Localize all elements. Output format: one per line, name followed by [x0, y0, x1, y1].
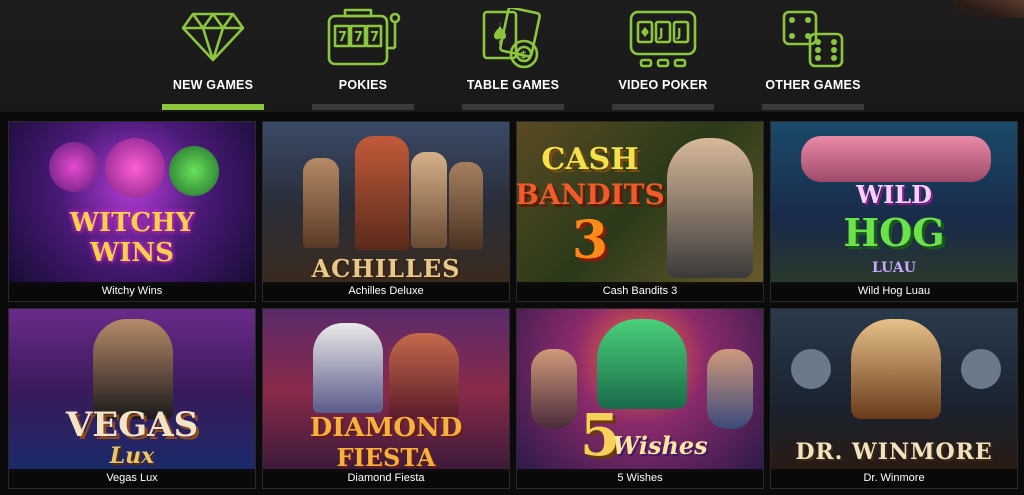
game-logo-text: ACHILLES: [311, 254, 461, 283]
game-logo-text: DR. WINMORE: [795, 439, 993, 465]
video-poker-icon: JJ: [629, 10, 697, 68]
game-logo-text: Lux: [109, 443, 155, 469]
game-title: Witchy Wins: [9, 282, 255, 301]
nav-indicator: [462, 104, 564, 110]
game-title: 5 Wishes: [517, 469, 763, 488]
svg-text:7: 7: [370, 30, 379, 45]
game-tile-achilles-deluxe[interactable]: ACHILLES Achilles Deluxe: [262, 121, 510, 302]
nav-indicator: [612, 104, 714, 110]
game-logo-text: LUAU: [872, 260, 916, 276]
game-logo-text: VEGAS: [65, 405, 199, 445]
nav-other-games[interactable]: OTHER GAMES: [762, 0, 864, 112]
nav-label: OTHER GAMES: [765, 78, 861, 92]
game-logo-text: 3: [571, 210, 609, 271]
game-title: Wild Hog Luau: [771, 282, 1017, 301]
game-tile-cash-bandits-3[interactable]: CASH BANDITS 3 Cash Bandits 3: [516, 121, 764, 302]
game-logo-text: WINS: [90, 238, 174, 268]
game-tile-witchy-wins[interactable]: WITCHY WINS Witchy Wins: [8, 121, 256, 302]
game-title: Diamond Fiesta: [263, 469, 509, 488]
game-thumbnail: ACHILLES: [263, 122, 509, 285]
game-logo-text: WILD: [856, 180, 932, 209]
nav-video-poker[interactable]: JJ VIDEO POKER: [612, 0, 714, 112]
game-thumbnail: CASH BANDITS 3: [517, 122, 763, 285]
game-thumbnail: 5 Wishes: [517, 309, 763, 472]
nav-indicator: [312, 104, 414, 110]
game-tile-5-wishes[interactable]: 5 Wishes 5 Wishes: [516, 308, 764, 489]
nav-pokies[interactable]: 777 POKIES: [312, 0, 414, 112]
game-thumbnail: DIAMOND FIESTA: [263, 309, 509, 472]
game-tile-vegas-lux[interactable]: VEGAS Lux Vegas Lux: [8, 308, 256, 489]
game-grid: WITCHY WINS Witchy Wins ACHILLES Achille…: [8, 121, 1018, 491]
nav-table-games[interactable]: $ TABLE GAMES: [462, 0, 564, 112]
game-title: Dr. Winmore: [771, 469, 1017, 488]
game-title: Achilles Deluxe: [263, 282, 509, 301]
nav-label: NEW GAMES: [172, 78, 254, 92]
game-title: Vegas Lux: [9, 469, 255, 488]
svg-text:7: 7: [354, 30, 363, 45]
game-tile-dr-winmore[interactable]: DR. WINMORE Dr. Winmore: [770, 308, 1018, 489]
category-nav: NEW GAMES 777 POKIES $ TABLE GAMES J J V…: [0, 0, 1024, 112]
svg-text:J: J: [658, 26, 663, 40]
slot-machine-icon: 777: [327, 8, 401, 66]
game-logo-text: CASH: [541, 142, 639, 177]
game-logo-text: DIAMOND: [309, 413, 463, 443]
svg-text:$: $: [520, 50, 527, 61]
diamond-icon: [181, 12, 245, 62]
nav-indicator-active: [162, 104, 264, 110]
nav-label: POKIES: [338, 78, 388, 92]
game-logo-text: WITCHY: [69, 208, 195, 238]
corner-decoration: [954, 0, 1024, 18]
game-thumbnail: DR. WINMORE: [771, 309, 1017, 472]
game-logo-text: Wishes: [612, 431, 708, 460]
nav-indicator: [762, 104, 864, 110]
game-thumbnail: VEGAS Lux: [9, 309, 255, 472]
nav-label: TABLE GAMES: [466, 78, 560, 92]
nav-label: VIDEO POKER: [618, 78, 708, 92]
game-thumbnail: WITCHY WINS: [9, 122, 255, 285]
svg-text:J: J: [676, 26, 681, 40]
nav-new-games[interactable]: NEW GAMES: [162, 0, 264, 112]
game-logo-text: FIESTA: [336, 443, 436, 472]
game-tile-diamond-fiesta[interactable]: DIAMOND FIESTA Diamond Fiesta: [262, 308, 510, 489]
svg-text:7: 7: [338, 30, 347, 45]
cards-chip-icon: $: [482, 8, 541, 69]
game-logo-text: HOG: [843, 210, 945, 255]
game-title: Cash Bandits 3: [517, 282, 763, 301]
game-tile-wild-hog-luau[interactable]: WILD HOG LUAU Wild Hog Luau: [770, 121, 1018, 302]
game-thumbnail: WILD HOG LUAU: [771, 122, 1017, 285]
dice-icon: [782, 10, 844, 68]
game-logo-text: BANDITS: [516, 178, 665, 211]
